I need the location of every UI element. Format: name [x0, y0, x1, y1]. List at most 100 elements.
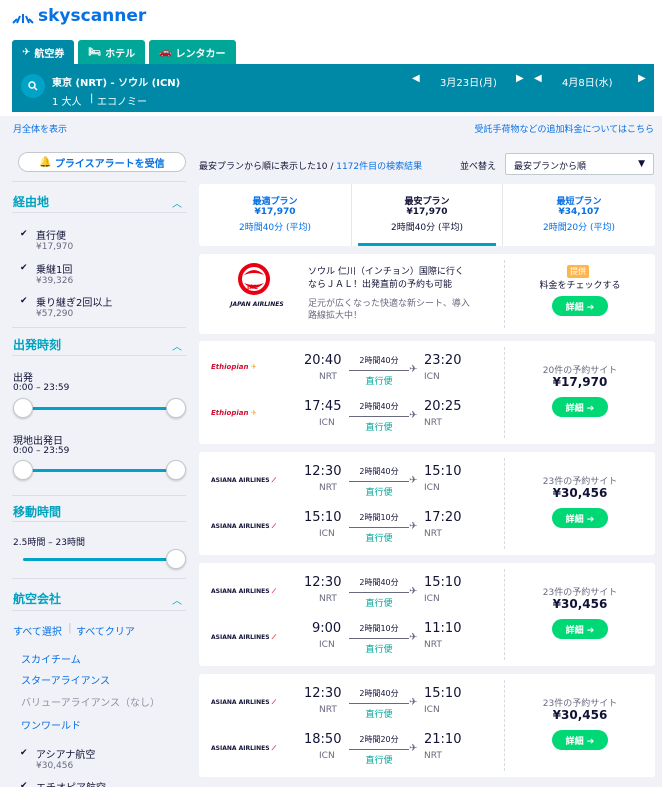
clear-all-link[interactable]: すべてクリア	[76, 623, 135, 638]
skyscanner-logo[interactable]: skyscanner	[12, 6, 146, 26]
alliance-star[interactable]: スターアライアンス	[21, 672, 110, 687]
plane-icon: ✈	[409, 632, 418, 643]
tab-car-hire[interactable]: 🚗 レンタカー	[149, 40, 236, 64]
chevron-up-icon[interactable]: ︿	[172, 195, 182, 210]
chevron-up-icon[interactable]: ︿	[172, 592, 182, 607]
tab-hotels[interactable]: 🛏 ホテル	[78, 40, 146, 64]
prev-return-date-chevron-icon[interactable]: ◀	[534, 73, 542, 84]
sort-tab-label: 最短プラン	[556, 197, 602, 207]
price: ¥30,456	[552, 486, 608, 500]
flight-duration: 2時間40分	[359, 467, 399, 476]
route-line	[349, 527, 409, 528]
price: ¥30,456	[552, 708, 608, 722]
flight-result-card[interactable]: Ethiopian ✈ 20:40 NRT 2時間40分 ✈ 直行便 23:20…	[199, 341, 655, 444]
flight-result-card[interactable]: ASIANA AIRLINES ⟋ 12:30 NRT 2時間40分 ✈ 直行便…	[199, 452, 655, 555]
checkbox-direct[interactable]: ✔	[20, 229, 28, 239]
divider	[12, 495, 186, 496]
ad-cta-text: 料金をチェックする	[539, 281, 621, 291]
tab-best[interactable]: 最適プラン ¥17,970 2時間40分 (平均)	[199, 184, 351, 246]
asiana-logo-icon: ASIANA AIRLINES ⟋	[211, 634, 276, 641]
stops-info: 直行便	[365, 756, 393, 766]
route-line	[349, 703, 409, 704]
alliance-skyteam[interactable]: スカイチーム	[21, 651, 81, 666]
next-return-date-chevron-icon[interactable]: ▶	[638, 73, 646, 84]
slider-handle-max[interactable]	[166, 398, 186, 418]
arrival-time: 17:20	[424, 510, 462, 525]
checkbox-one-stop[interactable]: ✔	[20, 263, 28, 273]
duration-filter-title[interactable]: 移動時間	[13, 503, 61, 520]
arrival-time: 11:10	[424, 621, 462, 636]
airline-logo-text: Ethiopian	[211, 363, 249, 371]
stops-option-label: 直行便	[36, 231, 66, 242]
sponsored-badge: 提供	[567, 265, 589, 278]
slider-handle-max[interactable]	[166, 549, 186, 569]
tab-hotels-label: ホテル	[105, 48, 136, 60]
divider	[12, 181, 186, 182]
route-line	[349, 370, 409, 371]
route-line	[349, 481, 409, 482]
flight-duration: 2時間10分	[359, 624, 399, 633]
chevron-up-icon[interactable]: ︿	[172, 338, 182, 353]
tab-flights[interactable]: ✈ 航空券	[12, 40, 75, 64]
ethiopian-logo-icon: Ethiopian ✈	[211, 409, 257, 417]
return-date[interactable]: 4月8日(水)	[562, 74, 613, 89]
divider	[504, 260, 505, 328]
checkbox-ethiopian[interactable]: ✔	[20, 781, 28, 787]
tab-cheapest[interactable]: 最安プラン ¥17,970 2時間40分 (平均)	[351, 184, 503, 246]
ad-details-button[interactable]: 詳細 ➔	[552, 296, 608, 316]
asiana-logo-icon: ASIANA AIRLINES ⟋	[211, 477, 276, 484]
stops-option-label: 乗り継ぎ2回以上	[36, 298, 113, 309]
slider-handle-min[interactable]	[13, 398, 33, 418]
sort-tab-price: ¥34,107	[558, 207, 600, 217]
slider-handle-min[interactable]	[13, 460, 33, 480]
flight-result-card[interactable]: ASIANA AIRLINES ⟋ 12:30 NRT 2時間40分 ✈ 直行便…	[199, 674, 655, 777]
bed-icon: 🛏	[88, 46, 102, 58]
tab-fastest[interactable]: 最短プラン ¥34,107 2時間20分 (平均)	[503, 184, 655, 246]
airline-option-price: ¥30,456	[36, 761, 74, 771]
prev-depart-date-chevron-icon[interactable]: ◀	[412, 73, 420, 84]
search-icon[interactable]	[21, 74, 45, 98]
flight-duration: 2時間20分	[359, 735, 399, 744]
jal-logo-text: JAL	[247, 284, 258, 291]
next-depart-date-chevron-icon[interactable]: ▶	[516, 73, 524, 84]
flight-result-card[interactable]: ASIANA AIRLINES ⟋ 12:30 NRT 2時間40分 ✈ 直行便…	[199, 563, 655, 666]
details-button[interactable]: 詳細 ➔	[552, 730, 608, 750]
ad-body-line2: 路線拡大中！	[308, 311, 363, 321]
duration-slider-track[interactable]	[23, 558, 176, 561]
sponsored-ad-card[interactable]: JAL JAPAN AIRLINES ソウル 仁川（インチョン）国際に行く なら…	[199, 254, 655, 334]
alliance-oneworld[interactable]: ワンワールド	[21, 717, 81, 732]
price: ¥17,970	[552, 375, 608, 389]
airline-logo-text: Ethiopian	[211, 409, 249, 417]
plane-icon: ✈	[409, 697, 418, 708]
price-alert-button[interactable]: 🔔 プライスアラートを受信	[18, 152, 186, 172]
arrival-time: 21:10	[424, 732, 462, 747]
plane-icon: ✈	[409, 364, 418, 375]
airline-option-label: アシアナ航空	[36, 750, 96, 761]
return-time-slider-track[interactable]	[23, 469, 176, 472]
slider-handle-max[interactable]	[166, 460, 186, 480]
depart-date[interactable]: 3月23日(月)	[440, 74, 497, 89]
departure-time: 12:30	[304, 575, 342, 590]
fees-info-link[interactable]: 受託手荷物などの追加料金についてはこちら	[474, 122, 654, 135]
month-view-link[interactable]: 月全体を表示	[13, 122, 67, 135]
stops-info: 直行便	[365, 488, 393, 498]
sort-tabs: 最適プラン ¥17,970 2時間40分 (平均) 最安プラン ¥17,970 …	[199, 184, 655, 246]
checkbox-two-plus-stops[interactable]: ✔	[20, 296, 28, 306]
sort-select[interactable]: 最安プランから順 ▼	[505, 153, 654, 175]
airline-logo-text: ASIANA AIRLINES	[211, 634, 270, 641]
divider	[504, 347, 505, 438]
details-button[interactable]: 詳細 ➔	[552, 619, 608, 639]
outbound-time-slider-track[interactable]	[23, 407, 176, 410]
outbound-time-range: 0:00 – 23:59	[13, 383, 70, 393]
airlines-filter-title[interactable]: 航空会社	[13, 590, 61, 607]
stops-filter-title[interactable]: 経由地	[13, 193, 49, 210]
search-summary-bar[interactable]: 東京 (NRT) - ソウル (ICN) 1 大人 | エコノミー ◀ 3月23…	[12, 64, 654, 112]
price: ¥30,456	[552, 597, 608, 611]
departure-time-filter-title[interactable]: 出発時刻	[13, 336, 61, 353]
stops-option-label: 乗継1回	[36, 265, 73, 276]
checkbox-asiana[interactable]: ✔	[20, 748, 28, 758]
select-all-link[interactable]: すべて選択	[13, 623, 62, 638]
details-button[interactable]: 詳細 ➔	[552, 508, 608, 528]
results-total-link[interactable]: 1172件目の検索結果	[336, 162, 422, 172]
details-button[interactable]: 詳細 ➔	[552, 397, 608, 417]
